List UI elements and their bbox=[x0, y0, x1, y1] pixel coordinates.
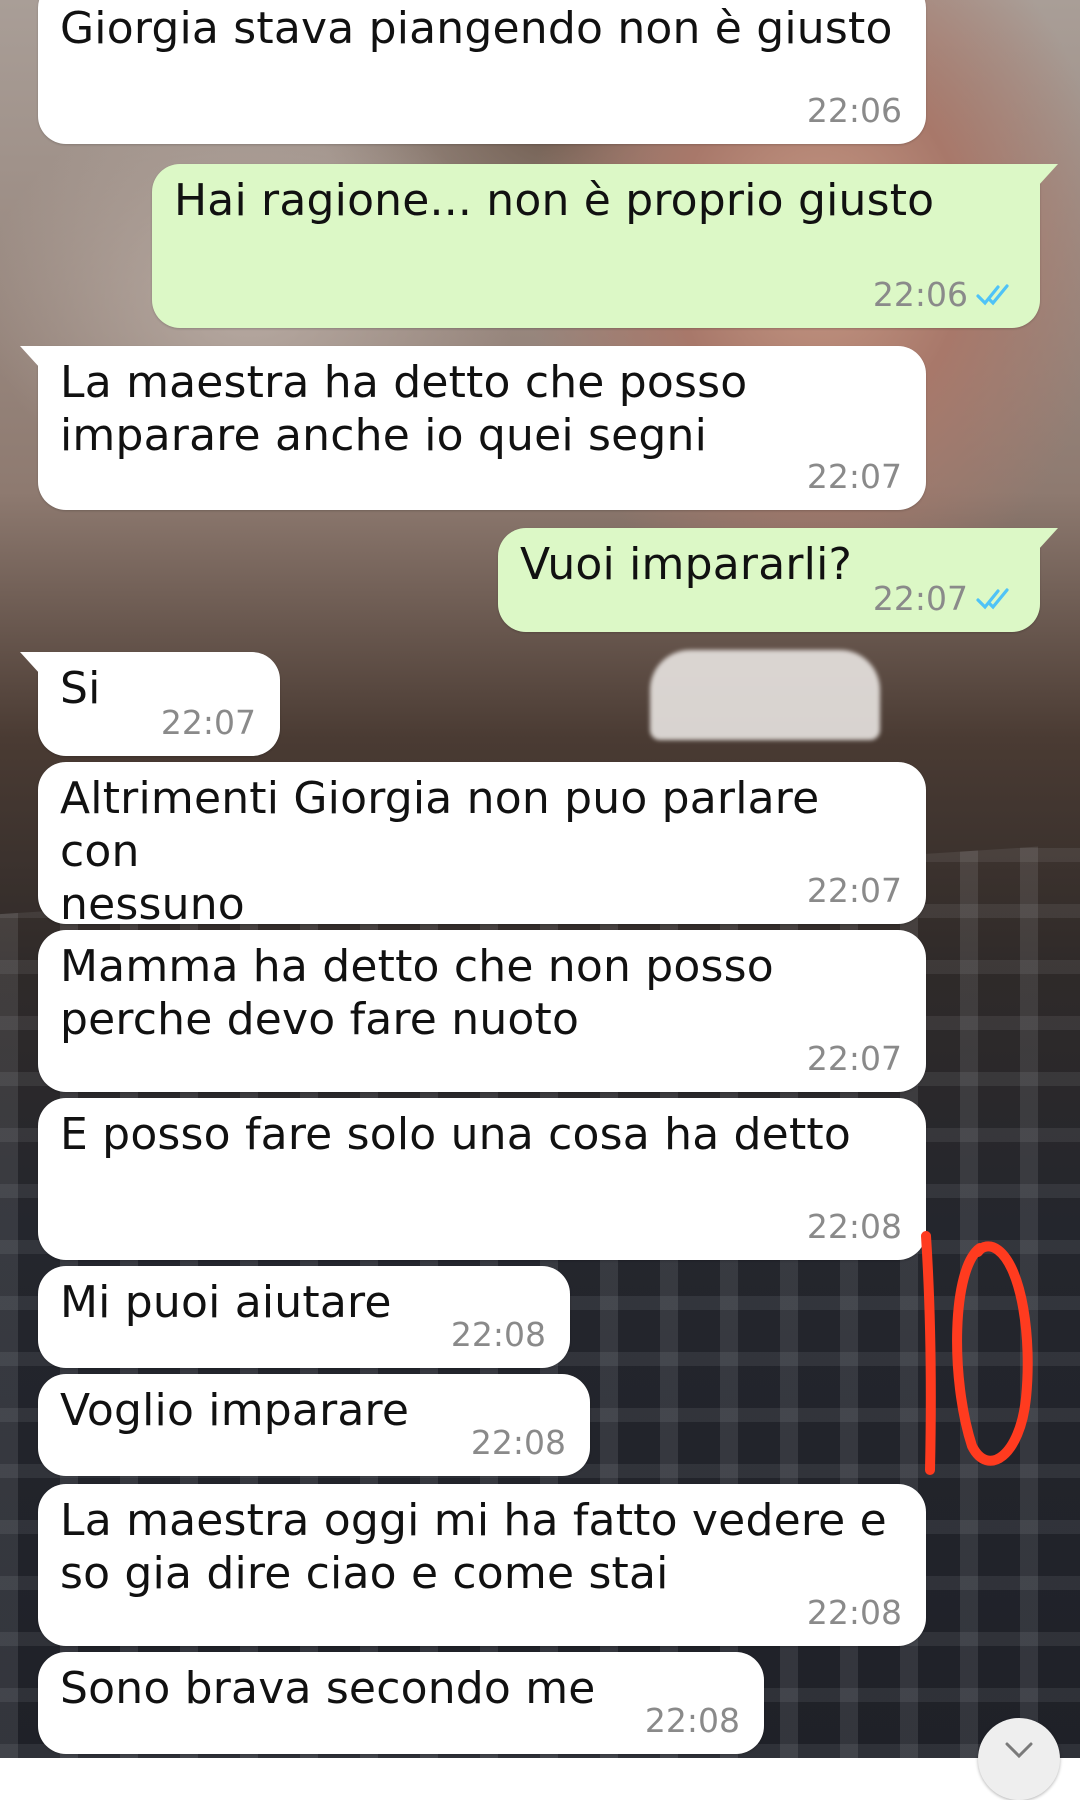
double-check-icon bbox=[976, 283, 1009, 305]
message-time: 22:07 bbox=[806, 457, 902, 496]
message-text: Mamma ha detto che non posso perche devo… bbox=[60, 941, 774, 1045]
message-bubble[interactable]: Voglio imparare 22:08 bbox=[38, 1374, 590, 1476]
message-bubble[interactable]: Hai ragione... non è proprio giusto 22:0… bbox=[152, 164, 1058, 328]
message-text: Hai ragione... non è proprio giusto bbox=[174, 175, 935, 226]
message-bubble[interactable]: Giorgia stava piangendo non è giusto 22:… bbox=[38, 0, 926, 144]
message-time: 22:06 bbox=[806, 91, 902, 130]
message-bubble[interactable]: Si 22:07 bbox=[20, 652, 280, 756]
message-time: 22:08 bbox=[806, 1593, 902, 1632]
message-bubble[interactable]: La maestra oggi mi ha fatto vedere e so … bbox=[38, 1484, 926, 1646]
message-time: 22:08 bbox=[644, 1701, 740, 1740]
message-time: 22:07 bbox=[872, 579, 968, 618]
chevron-down-icon bbox=[1005, 1742, 1033, 1759]
scroll-to-bottom-button[interactable] bbox=[978, 1718, 1060, 1800]
double-check-icon bbox=[976, 587, 1009, 609]
message-bubble[interactable]: Vuoi impararli? 22:07 bbox=[498, 528, 1058, 632]
message-time: 22:08 bbox=[470, 1423, 566, 1462]
message-bubble[interactable]: E posso fare solo una cosa ha detto 22:0… bbox=[38, 1098, 926, 1260]
message-text: Giorgia stava piangendo non è giusto bbox=[60, 3, 893, 54]
message-text: E posso fare solo una cosa ha detto bbox=[60, 1109, 851, 1160]
message-time: 22:07 bbox=[806, 871, 902, 910]
message-text: La maestra oggi mi ha fatto vedere e so … bbox=[60, 1495, 887, 1599]
message-time: 22:06 bbox=[872, 275, 968, 314]
message-bubble[interactable]: Altrimenti Giorgia non puo parlare con n… bbox=[38, 762, 926, 930]
message-text: La maestra ha detto che posso imparare a… bbox=[60, 357, 748, 461]
message-bubble[interactable]: Sono brava secondo me 22:08 bbox=[38, 1652, 764, 1754]
message-time: 22:08 bbox=[806, 1207, 902, 1246]
message-bubble[interactable]: Mamma ha detto che non posso perche devo… bbox=[38, 930, 926, 1092]
handwritten-number-annotation bbox=[921, 1231, 1033, 1475]
message-bubble[interactable]: La maestra ha detto che posso imparare a… bbox=[20, 346, 926, 510]
message-bubble[interactable]: Mi puoi aiutare 22:08 bbox=[38, 1266, 570, 1368]
message-text: Altrimenti Giorgia non puo parlare con n… bbox=[60, 773, 820, 930]
message-time: 22:08 bbox=[450, 1315, 546, 1354]
message-time: 22:07 bbox=[806, 1039, 902, 1078]
message-text: Sono brava secondo me bbox=[60, 1663, 596, 1714]
message-time: 22:07 bbox=[160, 703, 256, 742]
